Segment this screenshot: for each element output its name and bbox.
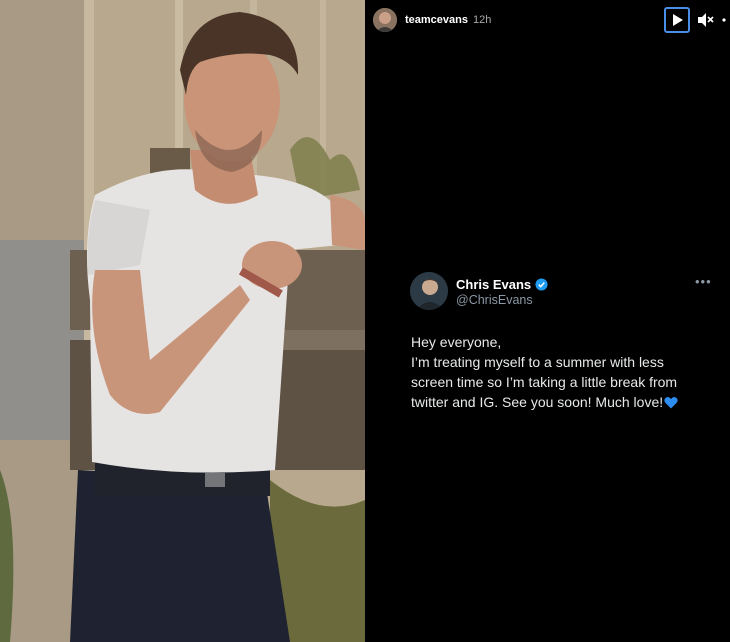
tweet-line: Hey everyone, xyxy=(411,334,502,350)
muted-speaker-icon xyxy=(698,13,714,27)
story-timestamp: 12h xyxy=(473,14,492,26)
mute-button[interactable] xyxy=(697,12,715,28)
tweet-author-name-text: Chris Evans xyxy=(456,277,532,292)
tweet-line-last: twitter and IG. See you soon! Much love! xyxy=(411,392,711,412)
photo-illustration xyxy=(0,0,365,642)
story-panel: teamcevans 12h Chris Evans @ChrisEvans •… xyxy=(365,0,730,642)
tweet-line: I’m treating myself to a summer with les… xyxy=(411,354,664,370)
play-button[interactable] xyxy=(664,7,690,33)
tweet-text: Hey everyone, I’m treating myself to a s… xyxy=(411,332,711,412)
verified-badge-icon xyxy=(535,278,548,291)
tweet-handle[interactable]: @ChrisEvans xyxy=(456,293,533,307)
tweet-more-icon[interactable]: ••• xyxy=(695,274,712,289)
blue-heart-icon xyxy=(664,396,678,409)
story-photo xyxy=(0,0,365,642)
tweet-author-name[interactable]: Chris Evans xyxy=(456,277,548,292)
story-username[interactable]: teamcevans xyxy=(405,14,468,26)
more-options-button[interactable] xyxy=(720,13,730,29)
tweet-avatar[interactable] xyxy=(410,272,448,310)
more-dots-icon xyxy=(722,18,726,22)
tweet-line: twitter and IG. See you soon! Much love! xyxy=(411,394,664,410)
play-icon xyxy=(673,14,683,26)
tweet-line: screen time so I’m taking a little break… xyxy=(411,374,678,390)
avatar[interactable] xyxy=(373,8,397,32)
story-header: teamcevans 12h xyxy=(365,0,730,40)
